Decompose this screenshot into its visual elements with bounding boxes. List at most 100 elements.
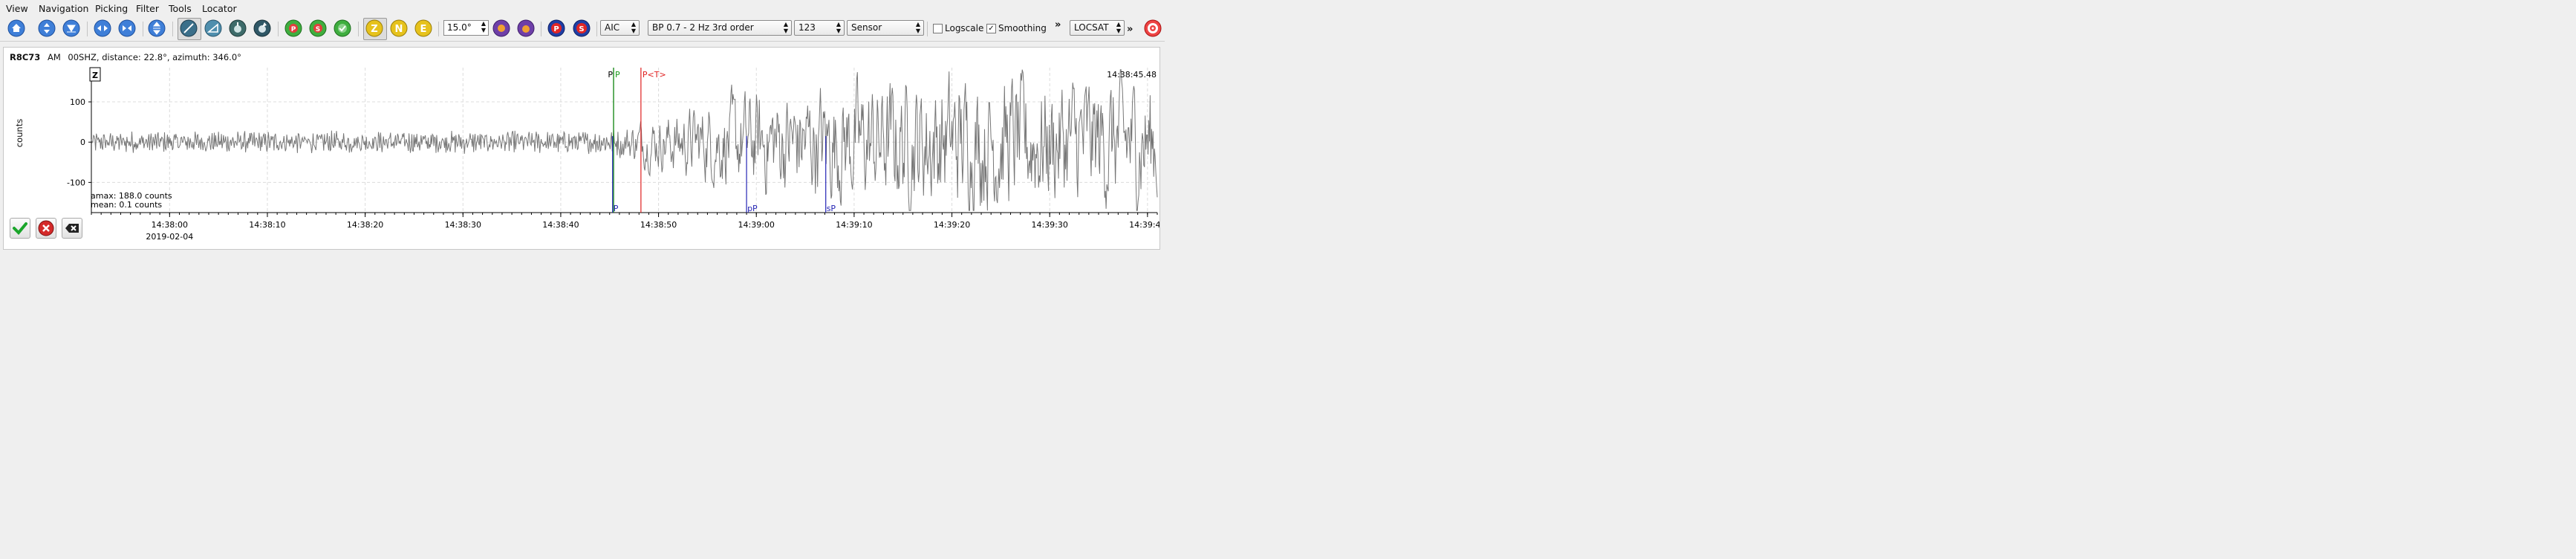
pick-p-icon[interactable]: P — [547, 19, 565, 37]
toolbar: P S Z N E 15.0° ▲ ▼ P S AIC ▲ ▼ BP 0.7 -… — [0, 17, 1165, 42]
toolbar-separator — [358, 22, 359, 36]
svg-text:P: P — [553, 25, 559, 33]
menu-filter[interactable]: Filter — [136, 3, 159, 14]
component-e-icon[interactable]: E — [414, 19, 432, 37]
menu-view[interactable]: View — [6, 3, 28, 14]
x-tick-label: 14:38:20 — [347, 220, 383, 230]
sort-distance-icon[interactable] — [229, 19, 247, 37]
y-tick-label: -100 — [67, 178, 85, 187]
toolbar-separator — [87, 22, 88, 36]
toolbar-separator — [927, 22, 928, 36]
menu-navigation[interactable]: Navigation — [39, 3, 88, 14]
component-z-icon[interactable]: Z — [365, 19, 383, 37]
svg-text:P: P — [291, 26, 296, 33]
logscale-label[interactable]: Logscale — [945, 23, 983, 33]
sort-azimuth-icon[interactable] — [253, 19, 271, 37]
align-theoretical-icon[interactable] — [204, 19, 222, 37]
x-tick-label: 14:38:10 — [249, 220, 285, 230]
smoothing-checkbox[interactable]: ✓ — [986, 24, 996, 33]
delete-icon — [65, 224, 79, 233]
checkmark-icon — [13, 222, 27, 235]
menu-locator[interactable]: Locator — [202, 3, 237, 14]
pick-label: P — [608, 70, 613, 80]
align-pick-icon[interactable] — [180, 19, 198, 37]
combo-arrows-icon: ▲ ▼ — [631, 21, 636, 34]
locator-value: LOCSAT — [1074, 22, 1109, 33]
locator-select[interactable]: LOCSAT ▲ ▼ — [1070, 20, 1125, 36]
y-tick-label: 0 — [80, 138, 85, 147]
x-tick-label: 14:39:10 — [836, 220, 872, 230]
arrival-label: pP — [747, 204, 758, 213]
x-tick-label: 14:38:50 — [640, 220, 677, 230]
zoom-horizontal-icon[interactable] — [118, 19, 136, 37]
unit-mode-select[interactable]: Sensor ▲ ▼ — [847, 20, 924, 36]
toolbar-overflow-icon[interactable]: » — [1127, 24, 1133, 35]
menu-picking[interactable]: Picking — [95, 3, 128, 14]
pick-label: P<T> — [643, 70, 666, 80]
component-n-icon[interactable]: N — [390, 19, 408, 37]
toolbar-separator — [278, 22, 279, 36]
locate-target-icon[interactable] — [1144, 19, 1162, 37]
toolbar-separator — [596, 22, 597, 36]
x-tick-label: 14:39:30 — [1031, 220, 1067, 230]
combo-arrows-icon: ▲ ▼ — [915, 21, 920, 34]
smoothing-label[interactable]: Smoothing — [998, 23, 1047, 33]
x-tick-label: 14:38:00 — [152, 220, 188, 230]
filter-number-select[interactable]: 123 ▲ ▼ — [794, 20, 845, 36]
spin-arrows-icon[interactable]: ▲ ▼ — [481, 20, 486, 33]
zoom-spinbox[interactable]: 15.0° ▲ ▼ — [443, 20, 489, 36]
zoom-vertical-icon[interactable] — [148, 19, 166, 37]
x-tick-label: 14:39:00 — [738, 220, 775, 230]
menu-bar: View Navigation Picking Filter Tools Loc… — [0, 0, 1165, 17]
combo-arrows-icon: ▲ ▼ — [836, 21, 841, 34]
logscale-checkbox[interactable] — [933, 24, 943, 33]
filter-value: BP 0.7 - 2 Hz 3rd order — [652, 22, 754, 33]
scroll-left-right-icon[interactable] — [94, 19, 111, 37]
picker-method-select[interactable]: AIC ▲ ▼ — [600, 20, 640, 36]
zoom-value: 15.0° — [447, 22, 472, 33]
cancel-icon — [38, 220, 54, 236]
reject-button[interactable] — [36, 218, 56, 239]
component-label: Z — [92, 71, 98, 80]
unit-mode-value: Sensor — [851, 22, 882, 33]
rotate-right-icon[interactable] — [517, 19, 535, 37]
home-icon[interactable] — [7, 19, 25, 37]
pick-s-icon[interactable]: S — [573, 19, 591, 37]
arrival-label: P — [614, 204, 619, 213]
svg-text:E: E — [420, 24, 427, 35]
filter-select[interactable]: BP 0.7 - 2 Hz 3rd order ▲ ▼ — [648, 20, 792, 36]
picker-method-value: AIC — [605, 22, 620, 33]
scroll-up-down-icon[interactable] — [38, 19, 56, 37]
arrival-label: sP — [827, 204, 836, 213]
x-tick-label: 14:39:20 — [934, 220, 970, 230]
waveform-trace — [91, 69, 1158, 211]
toolbar-separator — [438, 22, 439, 36]
toolbar-separator — [172, 22, 173, 36]
combo-arrows-icon: ▲ ▼ — [783, 21, 788, 34]
show-all-picks-icon[interactable] — [334, 19, 351, 37]
accept-button[interactable] — [10, 218, 30, 239]
x-tick-label: 14:38:30 — [445, 220, 481, 230]
svg-text:S: S — [316, 26, 320, 33]
combo-arrows-icon: ▲ ▼ — [1116, 21, 1121, 34]
svg-text:S: S — [579, 25, 584, 33]
show-p-picks-icon[interactable]: P — [284, 19, 302, 37]
x-tick-label: 14:38:40 — [542, 220, 579, 230]
trace-panel: R8C73 AM 00SHZ, distance: 22.8°, azimuth… — [3, 47, 1160, 250]
filter-number-value: 123 — [799, 22, 816, 33]
show-s-picks-icon[interactable]: S — [309, 19, 327, 37]
seismogram-plot[interactable]: 100 0 -100 14:38:00 14:38:10 14:38:20 14:38:30… — [4, 48, 1159, 249]
toolbar-overflow-icon[interactable]: » — [1055, 19, 1061, 30]
mean-label: mean: 0.1 counts — [91, 200, 162, 210]
svg-text:Z: Z — [371, 24, 377, 35]
menu-tools[interactable]: Tools — [169, 3, 192, 14]
pick-label: P — [615, 70, 620, 80]
svg-text:N: N — [395, 24, 403, 35]
date-label: 2019-02-04 — [146, 232, 193, 242]
clear-pick-button[interactable] — [62, 218, 82, 239]
scroll-down-icon[interactable] — [62, 19, 80, 37]
y-tick-label: 100 — [70, 97, 85, 107]
time-readout: 14:38:45.48 — [1107, 70, 1157, 80]
rotate-left-icon[interactable] — [492, 19, 510, 37]
x-tick-label: 14:39:40 — [1129, 220, 1159, 230]
